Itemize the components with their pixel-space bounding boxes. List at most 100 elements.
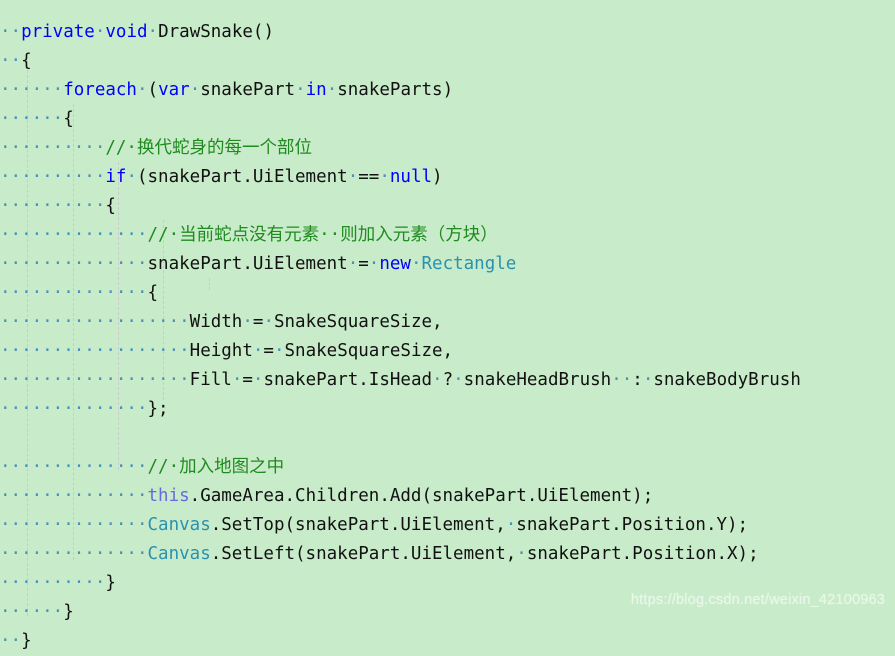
- code-text: (: [147, 80, 159, 100]
- whitespace-dots: ······: [0, 602, 64, 622]
- whitespace-dots: ······: [0, 109, 64, 129]
- whitespace-dots: ··········: [0, 167, 106, 187]
- code-text: ): [432, 167, 443, 187]
- code-text: snakePart.IsHead: [263, 370, 433, 390]
- code-comment: //·加入地图之中: [147, 457, 285, 477]
- code-line[interactable]: ······foreach·(var·snakePart·in·snakePar…: [0, 76, 895, 105]
- code-type-name: Canvas: [147, 515, 211, 535]
- code-line[interactable]: ······{: [0, 105, 895, 134]
- code-text: {: [105, 196, 116, 216]
- code-line[interactable]: ··}: [0, 627, 895, 656]
- code-text: .SetTop(snakePart.UiElement,: [210, 515, 506, 535]
- code-line[interactable]: ··················Width·=·SnakeSquareSiz…: [0, 308, 895, 337]
- whitespace-dots: ··········: [0, 573, 106, 593]
- whitespace-dots: ··: [611, 370, 633, 390]
- code-keyword: in: [305, 80, 327, 100]
- code-line[interactable]: [0, 424, 895, 453]
- code-line[interactable]: ··{: [0, 47, 895, 76]
- code-text: snakePart: [200, 80, 296, 100]
- code-text: :: [632, 370, 643, 390]
- code-text: =: [263, 341, 274, 361]
- whitespace-dots: ·: [231, 370, 243, 390]
- whitespace-dots: ··············: [0, 486, 148, 506]
- code-line[interactable]: ··private·void·DrawSnake(): [0, 18, 895, 47]
- code-line[interactable]: ··········{: [0, 192, 895, 221]
- whitespace-dots: ··············: [0, 399, 148, 419]
- code-line[interactable]: ··········//·换代蛇身的每一个部位: [0, 134, 895, 163]
- code-keyword: var: [158, 80, 190, 100]
- code-line[interactable]: ··············this.GameArea.Children.Add…: [0, 482, 895, 511]
- code-text: .GameArea.Children.Add(snakePart.UiEleme…: [189, 486, 654, 506]
- whitespace-dots: ··········: [0, 138, 106, 158]
- whitespace-dots: ·: [94, 22, 106, 42]
- whitespace-dots: ··: [0, 22, 22, 42]
- code-line[interactable]: ··················Height·=·SnakeSquareSi…: [0, 337, 895, 366]
- code-text: snakeBodyBrush: [653, 370, 801, 390]
- code-text: };: [147, 399, 169, 419]
- whitespace-dots: ·: [252, 370, 264, 390]
- code-text: DrawSnake(): [158, 22, 274, 42]
- code-text: }: [105, 573, 116, 593]
- code-listing[interactable]: ··private·void·DrawSnake() ··{······forea…: [0, 18, 895, 656]
- whitespace-dots: ··············: [0, 254, 148, 274]
- whitespace-dots: ··················: [0, 341, 190, 361]
- code-line[interactable]: ··············};: [0, 395, 895, 424]
- whitespace-dots: ·: [295, 80, 306, 100]
- whitespace-dots: ··: [0, 51, 22, 71]
- code-line[interactable]: ··············{: [0, 279, 895, 308]
- whitespace-dots: ·: [273, 341, 285, 361]
- code-comment: //·当前蛇点没有元素··则加入元素（方块）: [147, 225, 498, 245]
- whitespace-dots: ·: [126, 167, 137, 187]
- code-keyword: if: [105, 167, 127, 187]
- code-text: }: [21, 631, 32, 651]
- whitespace-dots: ·: [326, 80, 338, 100]
- code-keyword: null: [389, 167, 433, 187]
- whitespace-dots: ·: [516, 544, 527, 564]
- code-keyword: new: [379, 254, 411, 274]
- code-text: =: [358, 254, 369, 274]
- whitespace-dots: ·: [347, 167, 359, 187]
- code-text: snakePart.Position.Y);: [516, 515, 749, 535]
- code-text: =: [242, 370, 253, 390]
- csdn-watermark: https://blog.csdn.net/weixin_42100963: [630, 592, 885, 608]
- code-text: Height: [189, 341, 253, 361]
- whitespace-dots: ··············: [0, 544, 148, 564]
- code-text: ==: [358, 167, 380, 187]
- whitespace-dots: ·: [136, 80, 148, 100]
- code-text: {: [21, 51, 32, 71]
- code-text: snakeParts): [337, 80, 454, 100]
- code-text: (snakePart.UiElement: [136, 167, 348, 187]
- code-text: {: [63, 109, 74, 129]
- code-type-name: Rectangle: [421, 254, 517, 274]
- code-line[interactable]: ··············//·加入地图之中: [0, 453, 895, 482]
- whitespace-dots: ··············: [0, 457, 148, 477]
- code-editor-surface[interactable]: ··private·void·DrawSnake() ··{······forea…: [0, 0, 895, 651]
- code-type-name: Canvas: [147, 544, 211, 564]
- code-text: {: [147, 283, 159, 303]
- code-text: SnakeSquareSize,: [273, 312, 443, 332]
- whitespace-dots: ·: [368, 254, 380, 274]
- whitespace-dots: ·: [147, 22, 159, 42]
- code-line[interactable]: ··············Canvas.SetLeft(snakePart.U…: [0, 540, 895, 569]
- whitespace-dots: ·: [347, 254, 359, 274]
- code-text: Width: [189, 312, 243, 332]
- code-text: .SetLeft(snakePart.UiElement,: [210, 544, 517, 564]
- code-text: ?: [442, 370, 454, 390]
- code-keyword-this: this: [147, 486, 190, 506]
- whitespace-dots: ·: [642, 370, 654, 390]
- code-line[interactable]: ··············//·当前蛇点没有元素··则加入元素（方块）: [0, 221, 895, 250]
- code-text: SnakeSquareSize,: [284, 341, 454, 361]
- code-keyword: void: [105, 22, 148, 42]
- whitespace-dots: ·: [410, 254, 422, 274]
- whitespace-dots: ··············: [0, 283, 148, 303]
- code-keyword: foreach: [63, 80, 137, 100]
- whitespace-dots: ·: [263, 312, 274, 332]
- code-line[interactable]: ··················Fill·=·snakePart.IsHea…: [0, 366, 895, 395]
- code-keyword: private: [21, 22, 95, 42]
- code-line[interactable]: ··············Canvas.SetTop(snakePart.Ui…: [0, 511, 895, 540]
- code-line[interactable]: ··········if·(snakePart.UiElement·==·nul…: [0, 163, 895, 192]
- code-text: =: [252, 312, 264, 332]
- whitespace-dots: ······: [0, 80, 64, 100]
- whitespace-dots: ·: [432, 370, 443, 390]
- code-line[interactable]: ··············snakePart.UiElement·=·new·…: [0, 250, 895, 279]
